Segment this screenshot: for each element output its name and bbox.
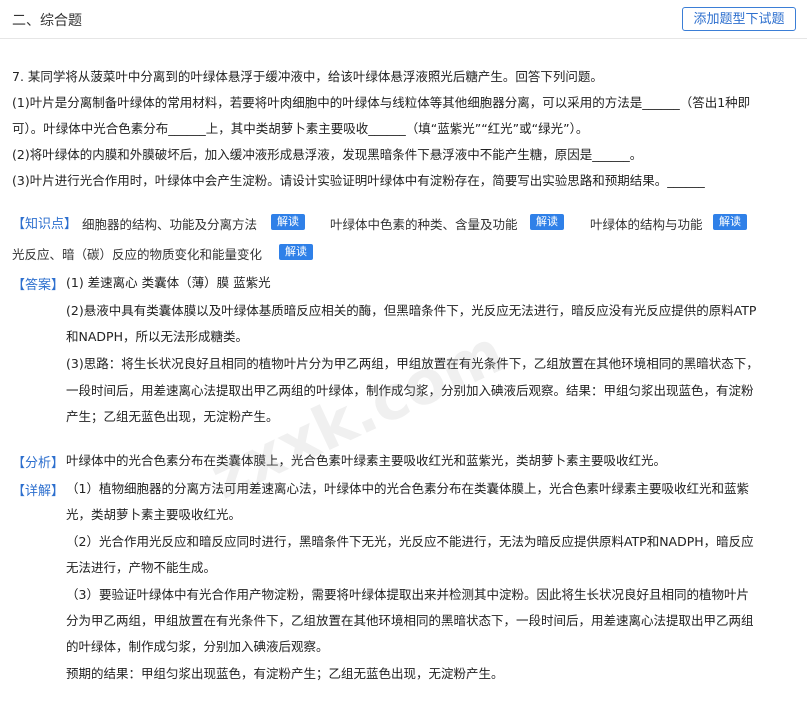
detail-line: 分为甲乙两组，甲组放置在有光条件下，乙组放置在其他环境相同的黑暗状态下，一段时间… xyxy=(66,613,754,628)
divider xyxy=(0,38,807,39)
section-title: 二、综合题 xyxy=(12,13,82,29)
answer-label: 【答案】 xyxy=(12,278,65,293)
knowledge-label: 【知识点】 xyxy=(12,217,78,232)
detail-line: （1）植物细胞器的分离方法可用差速离心法，叶绿体中的光合色素分布在类囊体膜上，光… xyxy=(66,481,749,496)
knowledge-item[interactable]: 光反应、暗（碳）反应的物质变化和能量变化 xyxy=(12,244,262,263)
detail-line: 预期的结果：甲组匀浆出现蓝色，有淀粉产生；乙组无蓝色出现，无淀粉产生。 xyxy=(66,666,504,681)
interpret-button[interactable]: 解读 xyxy=(713,214,747,230)
knowledge-item[interactable]: 细胞器的结构、功能及分离方法 xyxy=(82,214,257,233)
question-line-3: 可）。叶绿体中光合色素分布______上，其中类胡萝卜素主要吸收______（填… xyxy=(12,121,589,136)
interpret-button[interactable]: 解读 xyxy=(279,244,313,260)
analysis-text: 叶绿体中的光合色素分布在类囊体膜上，光合色素叶绿素主要吸收红光和蓝紫光，类胡萝卜… xyxy=(66,453,667,468)
question-line-4: (2)将叶绿体的内膜和外膜破坏后，加入缓冲液形成悬浮液，发现黑暗条件下悬浮液中不… xyxy=(12,147,643,162)
header: 二、综合题 添加题型下试题 xyxy=(0,0,807,38)
analysis-label: 【分析】 xyxy=(12,456,65,471)
answer-line: (2)悬液中具有类囊体膜以及叶绿体基质暗反应相关的酶，但黑暗条件下，光反应无法进… xyxy=(66,303,757,318)
question-line-1: 7. 某同学将从菠菜叶中分离到的叶绿体悬浮于缓冲液中，给该叶绿体悬浮液照光后糖产… xyxy=(12,69,603,84)
question-line-5: (3)叶片进行光合作用时，叶绿体中会产生淀粉。请设计实验证明叶绿体中有淀粉存在，… xyxy=(12,173,705,188)
question-line-2: (1)叶片是分离制备叶绿体的常用材料，若要将叶肉细胞中的叶绿体与线粒体等其他细胞… xyxy=(12,95,751,110)
detail-line: 的叶绿体，制作成匀浆，分别加入碘液后观察。 xyxy=(66,639,329,654)
detail-line: （3）要验证叶绿体中有光合作用产物淀粉，需要将叶绿体提取出来并检测其中淀粉。因此… xyxy=(66,587,749,602)
interpret-button[interactable]: 解读 xyxy=(530,214,564,230)
detail-label: 【详解】 xyxy=(12,484,65,499)
detail-line: 光，类胡萝卜素主要吸收红光。 xyxy=(66,507,242,522)
detail-line: 无法进行，产物不能生成。 xyxy=(66,560,217,575)
knowledge-item[interactable]: 叶绿体的结构与功能 xyxy=(590,214,703,233)
answer-line: (1) 差速离心 类囊体（薄）膜 蓝紫光 xyxy=(66,275,271,290)
add-question-button[interactable]: 添加题型下试题 xyxy=(682,7,796,31)
answer-line: 产生；乙组无蓝色出现，无淀粉产生。 xyxy=(66,409,279,424)
interpret-button[interactable]: 解读 xyxy=(271,214,305,230)
answer-line: 和NADPH，所以无法形成糖类。 xyxy=(66,329,248,344)
knowledge-item[interactable]: 叶绿体中色素的种类、含量及功能 xyxy=(330,214,518,233)
detail-line: （2）光合作用光反应和暗反应同时进行，黑暗条件下无光，光反应不能进行，无法为暗反… xyxy=(66,534,754,549)
